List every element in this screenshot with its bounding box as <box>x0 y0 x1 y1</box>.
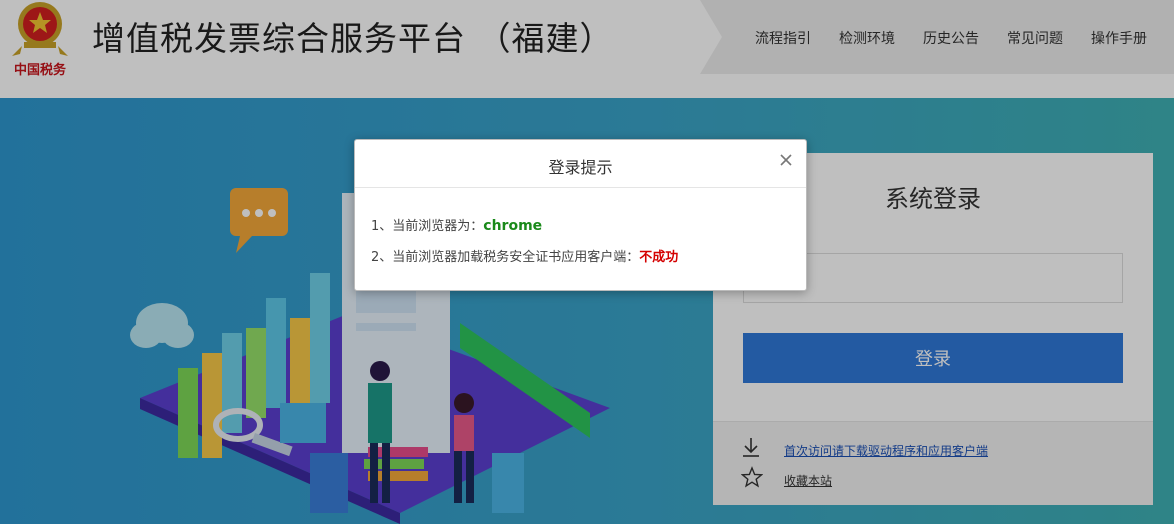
browser-value: chrome <box>483 218 543 234</box>
login-tip-dialog: 登录提示 1、当前浏览器为：chrome 2、当前浏览器加载税务安全证书应用客户… <box>354 139 807 291</box>
browser-label: 1、当前浏览器为： <box>371 219 484 234</box>
close-icon[interactable] <box>779 153 793 167</box>
cert-status-label: 2、当前浏览器加载税务安全证书应用客户端： <box>371 250 640 265</box>
cert-status-line: 2、当前浏览器加载税务安全证书应用客户端：不成功 <box>371 246 678 265</box>
browser-info-line: 1、当前浏览器为：chrome <box>371 215 542 234</box>
dialog-header: 登录提示 <box>355 140 806 188</box>
dialog-title: 登录提示 <box>548 158 613 177</box>
cert-status-value: 不成功 <box>639 250 679 265</box>
